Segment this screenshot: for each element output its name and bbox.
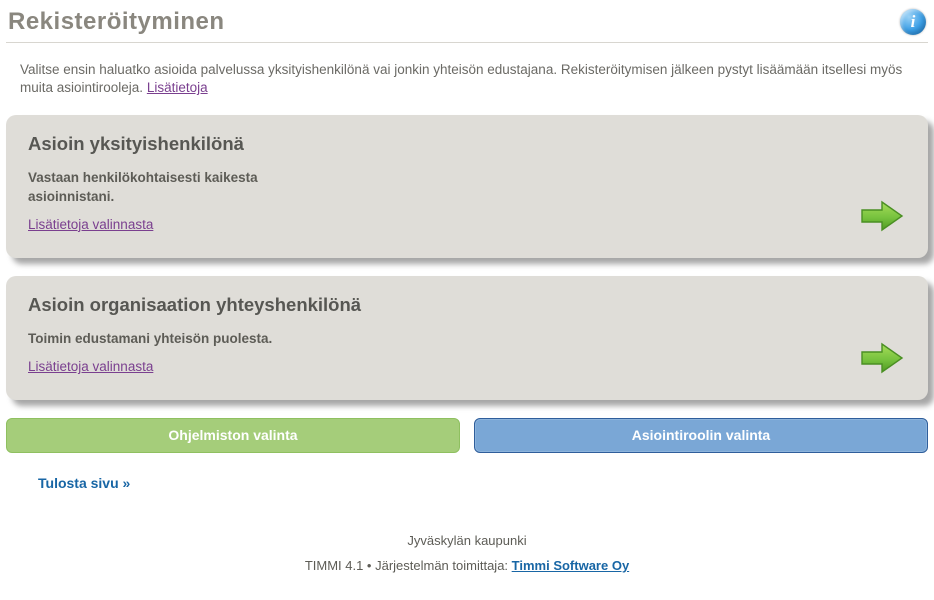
info-icon[interactable]: i	[900, 9, 926, 35]
card-title: Asioin organisaation yhteyshenkilönä	[28, 294, 906, 316]
card-individual[interactable]: Asioin yksityishenkilönä Vastaan henkilö…	[6, 115, 928, 257]
button-row: Ohjelmiston valinta Asiointiroolin valin…	[6, 418, 928, 453]
divider	[6, 42, 928, 43]
page-title: Rekisteröityminen	[8, 8, 225, 36]
footer: Jyväskylän kaupunki TIMMI 4.1 • Järjeste…	[6, 529, 928, 578]
card-subtitle: Vastaan henkilökohtaisesti kaikesta asio…	[28, 169, 328, 205]
intro-text: Valitse ensin haluatko asioida palveluss…	[6, 61, 928, 115]
card-more-link[interactable]: Lisätietoja valinnasta	[28, 217, 153, 232]
card-more-link[interactable]: Lisätietoja valinnasta	[28, 359, 153, 374]
software-select-button[interactable]: Ohjelmiston valinta	[6, 418, 460, 453]
footer-line1: Jyväskylän kaupunki	[6, 529, 928, 554]
footer-line2-prefix: TIMMI 4.1 • Järjestelmän toimittaja:	[305, 558, 512, 573]
role-select-button[interactable]: Asiointiroolin valinta	[474, 418, 928, 453]
card-organization[interactable]: Asioin organisaation yhteyshenkilönä Toi…	[6, 276, 928, 400]
footer-line2: TIMMI 4.1 • Järjestelmän toimittaja: Tim…	[6, 554, 928, 579]
print-page-link[interactable]: Tulosta sivu »	[6, 453, 130, 491]
card-title: Asioin yksityishenkilönä	[28, 133, 906, 155]
card-subtitle: Toimin edustamani yhteisön puolesta.	[28, 330, 328, 348]
arrow-right-icon[interactable]	[860, 199, 904, 238]
vendor-link[interactable]: Timmi Software Oy	[512, 558, 630, 573]
arrow-right-icon[interactable]	[860, 341, 904, 380]
intro-more-link[interactable]: Lisätietoja	[147, 80, 208, 95]
